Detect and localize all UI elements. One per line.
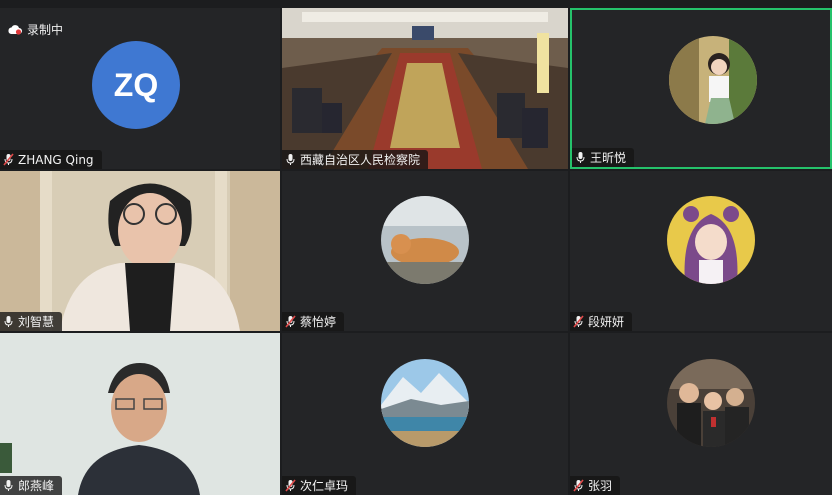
participant-name-tag: ZHANG Qing (0, 150, 102, 169)
participant-name-tag: 张羽 (570, 476, 621, 495)
mic-muted-icon (3, 153, 14, 166)
video-tile-lang-yanfeng[interactable]: 郎燕峰 (0, 333, 280, 495)
video-tile-duan-yanyan[interactable]: 段妍妍 (570, 171, 832, 331)
participant-name-tag: 次仁卓玛 (282, 476, 357, 495)
participant-avatar (669, 36, 757, 124)
participant-name: 段妍妍 (588, 315, 625, 329)
participant-name-tag: 刘智慧 (0, 312, 63, 331)
participant-avatar: ZQ (92, 41, 180, 129)
participant-name-tag: 段妍妍 (570, 312, 633, 331)
mic-muted-icon (573, 479, 584, 492)
participant-name: 王昕悦 (590, 151, 627, 165)
participant-name: 蔡怡婷 (300, 315, 337, 329)
participant-name: 西藏自治区人民检察院 (300, 153, 421, 167)
recording-label: 录制中 (27, 23, 64, 37)
mic-muted-icon (285, 479, 296, 492)
participant-name-tag: 蔡怡婷 (282, 312, 345, 331)
video-tile-liu-zhihui[interactable]: 刘智慧 (0, 171, 280, 331)
video-tile-zhang-yu[interactable]: 张羽 (570, 333, 832, 495)
participant-avatar (667, 359, 755, 447)
video-tile-conference-room[interactable]: 西藏自治区人民检察院 (282, 8, 568, 169)
participant-video (0, 171, 280, 331)
video-tile-wang-xinyue[interactable]: 王昕悦 (570, 8, 832, 169)
participant-name: 次仁卓玛 (300, 479, 349, 493)
cloud-record-icon (8, 25, 22, 35)
mic-icon (4, 316, 13, 327)
mic-icon (286, 154, 295, 165)
video-tile-cai-yiting[interactable]: 蔡怡婷 (282, 171, 568, 331)
video-tile-zhang-qing[interactable]: 录制中 ZQ ZHANG Qing (0, 8, 280, 169)
participant-avatar (381, 196, 469, 284)
recording-indicator[interactable]: 录制中 (7, 21, 63, 38)
participant-name-tag: 郎燕峰 (0, 476, 63, 495)
participant-name: 刘智慧 (18, 315, 55, 329)
participant-name: ZHANG Qing (18, 152, 94, 167)
mic-muted-icon (285, 315, 296, 328)
participant-name-tag: 王昕悦 (572, 148, 635, 167)
mic-muted-icon (573, 315, 584, 328)
mic-icon (4, 480, 13, 491)
participant-avatar (381, 359, 469, 447)
participant-name: 张羽 (588, 479, 613, 493)
video-tile-ciren-zhuoma[interactable]: 次仁卓玛 (282, 333, 568, 495)
participant-name-tag: 西藏自治区人民检察院 (282, 150, 429, 169)
mic-icon (576, 152, 585, 163)
participant-video (0, 333, 280, 495)
participant-name: 郎燕峰 (18, 479, 55, 493)
participant-avatar (667, 196, 755, 284)
conference-room-video (282, 8, 568, 169)
